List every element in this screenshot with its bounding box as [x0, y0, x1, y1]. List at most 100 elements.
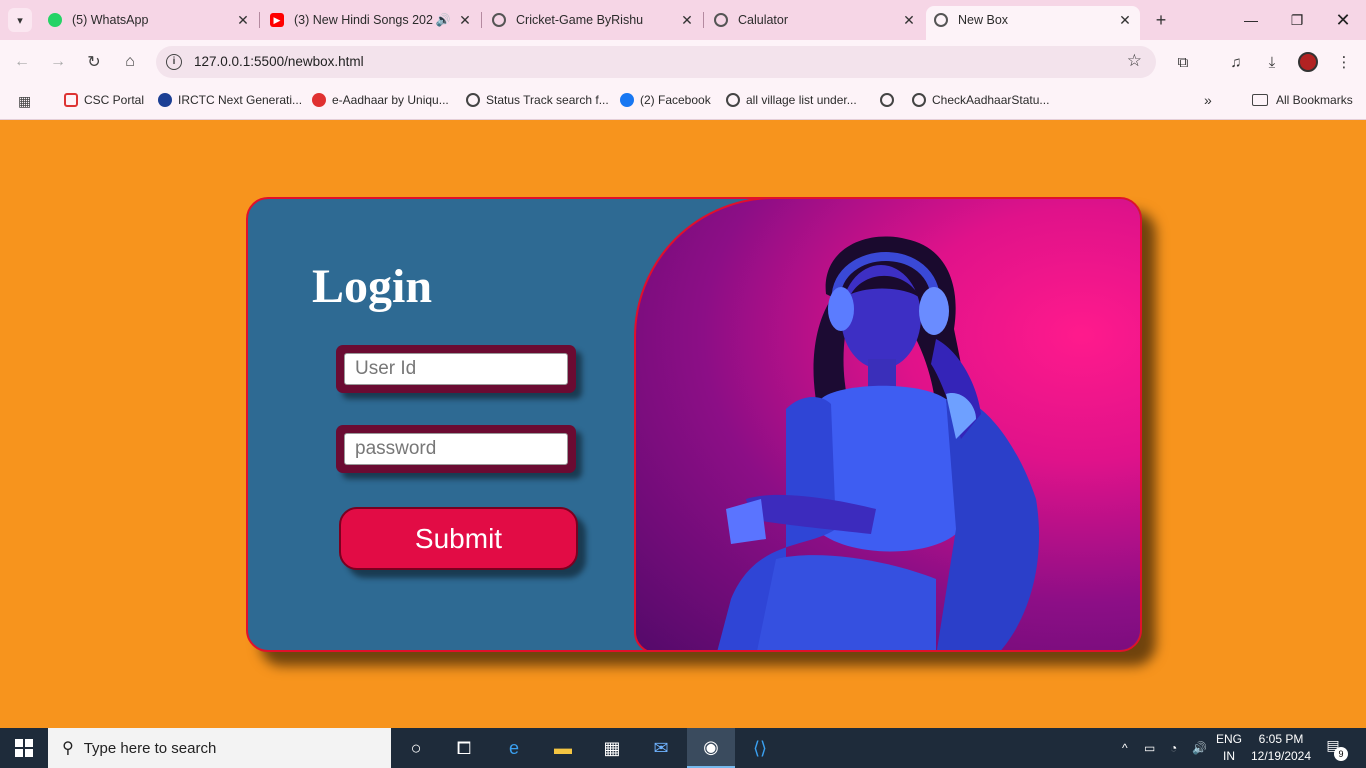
hero-photo: [634, 199, 1140, 650]
password-input[interactable]: [344, 433, 568, 465]
microsoft-store-icon[interactable]: ▦: [588, 728, 636, 768]
show-hidden-icons-chevron-icon[interactable]: ^: [1122, 728, 1128, 768]
woman-headphones-illustration: [717, 236, 1040, 650]
extensions-icon[interactable]: ⧉: [1172, 51, 1194, 73]
edge-icon[interactable]: e: [490, 728, 538, 768]
all-bookmarks-button[interactable]: All Bookmarks: [1252, 93, 1353, 107]
bookmark-label: (2) Facebook: [640, 93, 711, 107]
volume-icon[interactable]: 🔊: [1192, 728, 1207, 768]
bookmark-irctc[interactable]: IRCTC Next Generati...: [158, 93, 302, 107]
clock-time: 6:05 PM: [1258, 732, 1304, 746]
youtube-icon: ▶: [270, 13, 284, 27]
minimize-button[interactable]: —: [1228, 0, 1274, 40]
tab-title: New Box: [958, 13, 1009, 27]
tab-title: (3) New Hindi Songs 202: [294, 13, 433, 27]
globe-icon: [934, 13, 948, 27]
close-icon[interactable]: ✕: [900, 12, 918, 29]
bookmark-label: e-Aadhaar by Uniqu...: [332, 93, 449, 107]
bookmark-facebook[interactable]: (2) Facebook: [620, 93, 711, 107]
bookmarks-bar: ▦ CSC Portal IRCTC Next Generati... e-Aa…: [0, 84, 1366, 120]
url-text[interactable]: 127.0.0.1:5500/newbox.html: [194, 54, 364, 69]
bookmark-status-track[interactable]: Status Track search f...: [466, 93, 609, 107]
tab-search-button[interactable]: ▾: [8, 8, 32, 32]
whatsapp-icon: [48, 13, 62, 27]
globe-icon: [880, 93, 894, 107]
bookmark-label: all village list under...: [746, 93, 857, 107]
close-icon[interactable]: ✕: [1116, 12, 1134, 29]
apps-grid-icon[interactable]: ▦: [18, 93, 31, 110]
tab-title: (5) WhatsApp: [72, 13, 149, 27]
new-tab-button[interactable]: +: [1150, 9, 1172, 31]
globe-icon: [466, 93, 480, 107]
close-icon[interactable]: ✕: [678, 12, 696, 29]
bookmark-check-aadhaar[interactable]: CheckAadhaarStatu...: [912, 93, 1049, 107]
tab-separator: [259, 12, 260, 28]
folder-icon: [1252, 94, 1268, 106]
vscode-icon[interactable]: ⟨⟩: [736, 728, 784, 768]
bookmark-label: IRCTC Next Generati...: [178, 93, 303, 107]
language-code: ENG: [1216, 732, 1243, 746]
login-title: Login: [312, 260, 433, 313]
globe-icon: [714, 13, 728, 27]
bookmark-e-aadhaar[interactable]: e-Aadhaar by Uniqu...: [312, 93, 449, 107]
csc-icon: [64, 93, 78, 107]
restore-button[interactable]: ❐: [1274, 0, 1320, 40]
userid-input[interactable]: [344, 353, 568, 385]
close-icon[interactable]: ✕: [234, 12, 252, 29]
home-button[interactable]: ⌂: [118, 50, 142, 74]
taskbar-search-box[interactable]: ⚲ Type here to search: [48, 728, 391, 768]
irctc-icon: [158, 93, 172, 107]
windows-taskbar: ⚲ Type here to search ○ ⧠ e ▬ ▦ ✉ ◉ ⟨⟩ ^…: [0, 728, 1366, 768]
close-window-button[interactable]: ✕: [1320, 0, 1366, 40]
task-view-icon[interactable]: ⧠: [440, 728, 488, 768]
bookmark-label: CSC Portal: [84, 93, 145, 107]
download-icon[interactable]: ⤓: [1261, 51, 1283, 73]
tab-calculator[interactable]: Calulator ✕: [714, 6, 918, 34]
battery-icon[interactable]: ▭: [1144, 728, 1155, 768]
bookmark-unnamed[interactable]: [880, 93, 900, 107]
close-icon[interactable]: ✕: [456, 12, 474, 29]
speaker-icon[interactable]: 🔊: [434, 13, 452, 27]
forward-button[interactable]: →: [46, 50, 70, 74]
chrome-icon[interactable]: ◉: [687, 728, 735, 768]
profile-avatar[interactable]: [1298, 52, 1318, 72]
tab-title: Cricket-Game ByRishu: [516, 13, 644, 27]
all-bookmarks-label: All Bookmarks: [1276, 93, 1353, 107]
tab-youtube[interactable]: ▶ (3) New Hindi Songs 202 🔊 ✕: [270, 6, 474, 34]
address-bar[interactable]: i 127.0.0.1:5500/newbox.html ☆: [156, 46, 1156, 78]
file-explorer-icon[interactable]: ▬: [539, 728, 587, 768]
bookmark-csc-portal[interactable]: CSC Portal: [64, 93, 144, 107]
back-button[interactable]: ←: [10, 50, 34, 74]
cortana-icon[interactable]: ○: [392, 728, 440, 768]
start-button[interactable]: [0, 728, 48, 768]
globe-icon: [726, 93, 740, 107]
bookmark-village-list[interactable]: all village list under...: [726, 93, 857, 107]
network-icon[interactable]: ◔: [1170, 728, 1177, 768]
tab-separator: [703, 12, 704, 28]
browser-toolbar: ← → ↻ ⌂ i 127.0.0.1:5500/newbox.html ☆ ⧉…: [0, 40, 1366, 84]
submit-button[interactable]: Submit: [339, 507, 578, 570]
reload-button[interactable]: ↻: [82, 50, 106, 74]
region-code: IN: [1223, 749, 1235, 763]
media-control-icon[interactable]: ♫: [1225, 51, 1247, 73]
bookmark-label: CheckAadhaarStatu...: [932, 93, 1050, 107]
tab-cricket-game[interactable]: Cricket-Game ByRishu ✕: [492, 6, 696, 34]
bookmark-star-icon[interactable]: ☆: [1127, 51, 1142, 71]
mail-icon[interactable]: ✉: [637, 728, 685, 768]
facebook-icon: [620, 93, 634, 107]
clock-date: 12/19/2024: [1250, 749, 1312, 763]
search-icon: ⚲: [62, 740, 74, 757]
more-bookmarks-chevron-icon[interactable]: »: [1204, 92, 1212, 108]
tab-title: Calulator: [738, 13, 789, 27]
bookmark-label: Status Track search f...: [486, 93, 609, 107]
aadhaar-icon: [312, 93, 326, 107]
menu-kebab-icon[interactable]: ⋮: [1333, 51, 1355, 73]
site-info-icon[interactable]: i: [166, 54, 182, 70]
notification-center-icon[interactable]: ▤ 9: [1322, 737, 1348, 761]
clock[interactable]: 6:05 PM 12/19/2024: [1250, 731, 1312, 765]
tab-new-box[interactable]: New Box ✕: [926, 6, 1140, 40]
language-indicator[interactable]: ENG IN: [1216, 731, 1242, 765]
windows-logo-icon: [15, 739, 33, 757]
userid-field-frame: [336, 345, 576, 393]
tab-whatsapp[interactable]: (5) WhatsApp ✕: [48, 6, 252, 34]
